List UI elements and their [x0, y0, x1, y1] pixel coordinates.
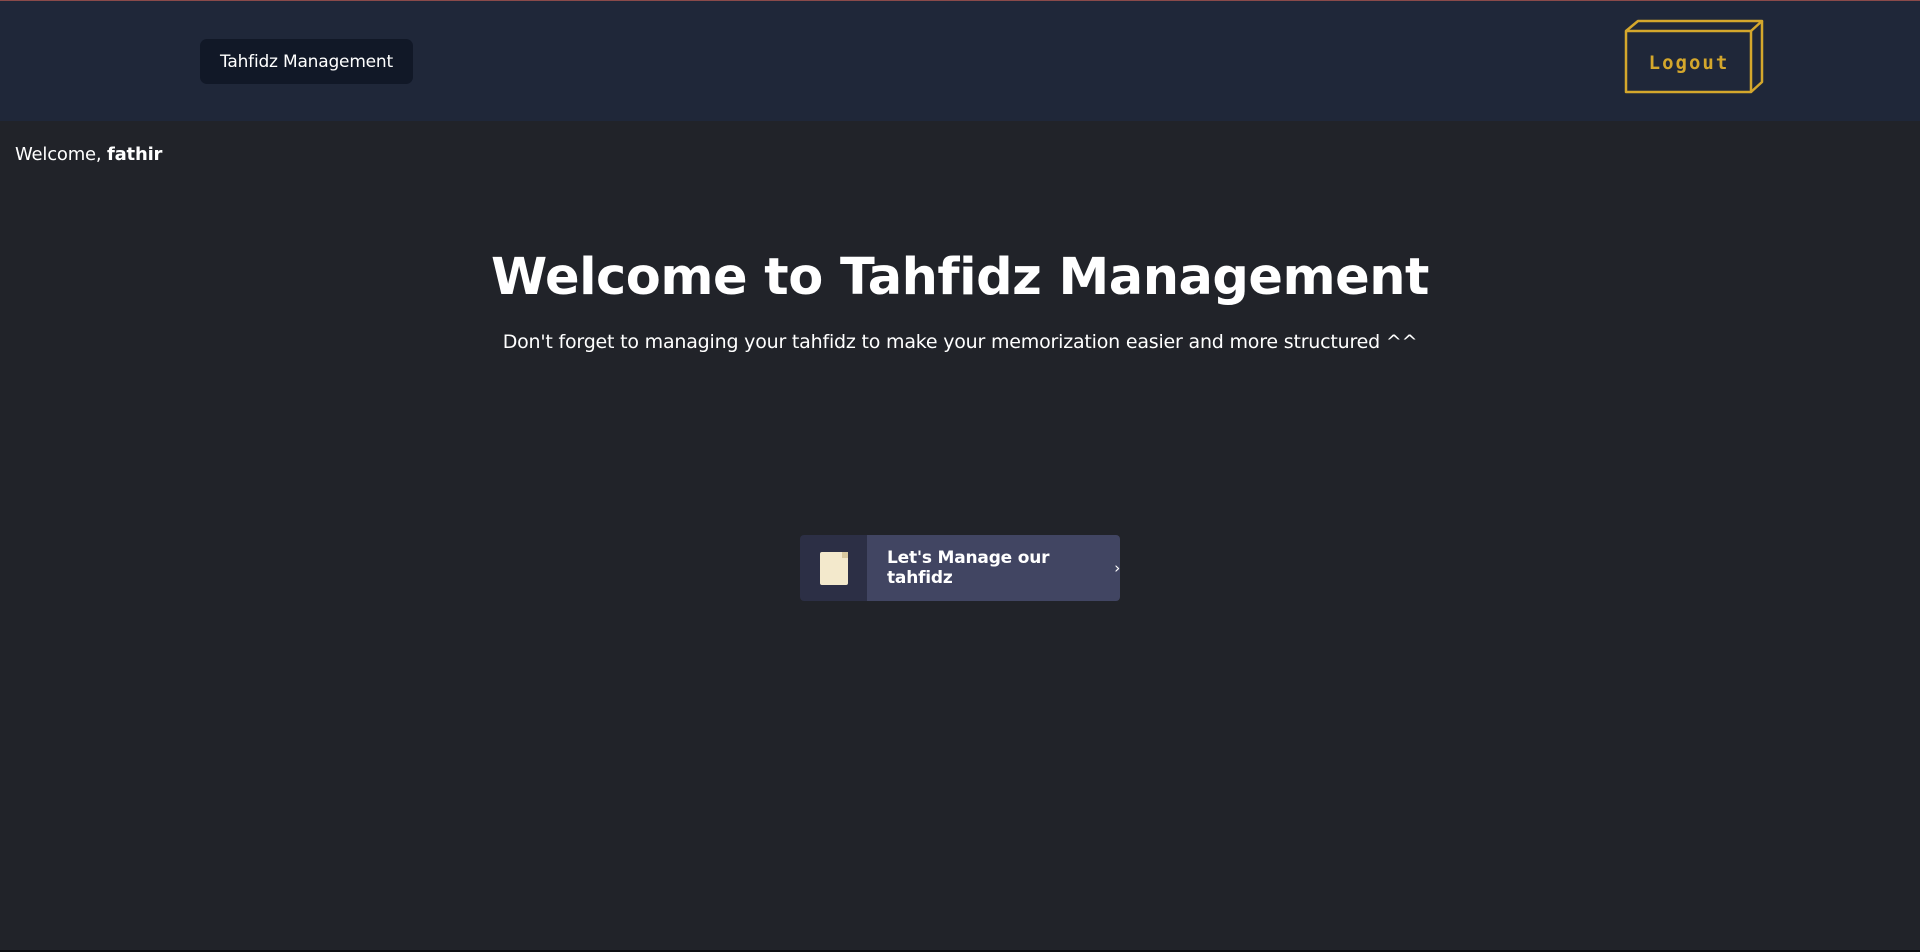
welcome-prefix: Welcome, — [15, 144, 107, 165]
cta-label: Let's Manage our tahfidz — [887, 548, 1050, 588]
manage-tahfidz-button[interactable]: Let's Manage our tahfidz › — [800, 535, 1120, 601]
logout-button[interactable]: Logout — [1627, 32, 1751, 93]
chevron-right-icon: › — [1114, 559, 1120, 577]
cta-label-box: Let's Manage our tahfidz › — [867, 535, 1120, 601]
username: fathir — [106, 144, 163, 165]
page-subtitle: Don't forget to managing your tahfidz to… — [502, 331, 1418, 353]
logout-container: Logout — [1624, 19, 1764, 95]
brand-link[interactable]: Tahfidz Management — [200, 39, 413, 84]
cta-icon-box — [800, 535, 867, 601]
welcome-user: Welcome, fathir — [15, 144, 162, 165]
note-icon — [819, 551, 848, 585]
navbar: Tahfidz Management Logout — [0, 1, 1920, 121]
page-title: Welcome to Tahfidz Management — [491, 248, 1429, 307]
